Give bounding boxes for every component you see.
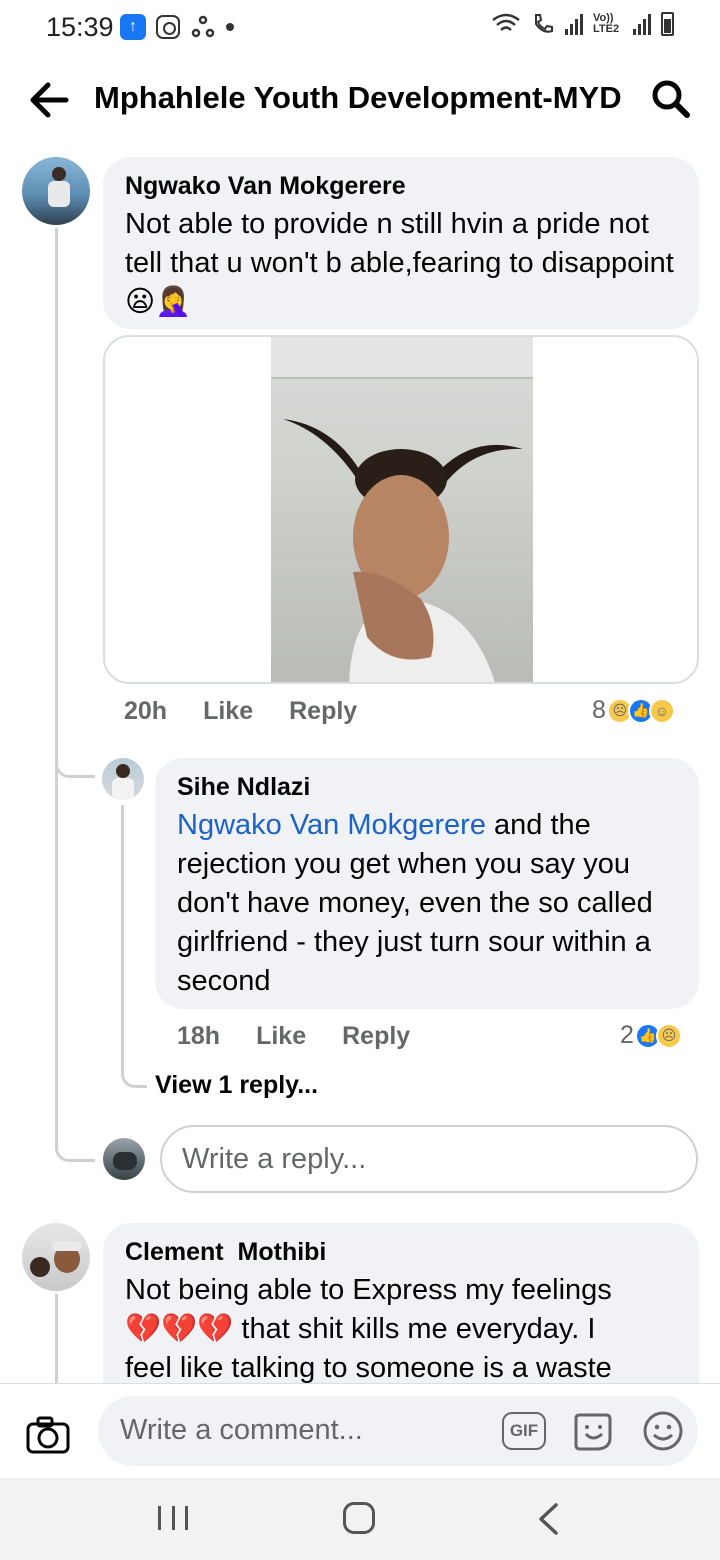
comment-author[interactable]: Sihe Ndlazi [177,772,677,802]
page-title: Mphahlele Youth Development-MYD [94,80,622,115]
back-arrow-icon[interactable] [28,80,70,120]
comment-timestamp: 20h [124,697,168,725]
sad-reaction-icon: ☹ [655,1022,682,1049]
thread-connector [55,740,95,778]
comment-text-body: that shit kills me everyday. I [241,1313,596,1345]
reply-thread-line [121,805,124,1067]
thread-connector [55,1120,95,1162]
instagram-icon [156,15,180,39]
home-button[interactable] [343,1502,375,1534]
recent-apps-button[interactable] [158,1506,188,1532]
signal-icon [565,13,583,35]
reaction-summary[interactable]: 8 ☹ 👍 ☺ [592,696,675,725]
reaction-count: 2 [620,1021,634,1049]
like-button[interactable]: Like [203,697,253,726]
reply-button[interactable]: Reply [342,1022,410,1051]
dot-icon [226,23,234,31]
avatar[interactable] [22,157,90,225]
reply-button[interactable]: Reply [289,697,357,726]
gif-button[interactable]: GIF [502,1412,546,1450]
search-icon[interactable] [650,78,692,120]
broken-heart-emoji: 💔 [161,1313,198,1345]
status-time: 15:39 [46,12,114,42]
wifi-calling-icon [535,14,553,33]
wifi-icon [492,13,520,31]
notification-icons: ↑ [120,14,234,40]
system-nav-bar [0,1478,720,1560]
comment-author[interactable]: Clement Mothibi [125,1237,677,1267]
reaction-count: 8 [592,696,606,724]
nav-back-icon[interactable] [536,1502,560,1536]
signal-icon [633,13,651,35]
emoji-icon[interactable] [642,1410,684,1452]
reply-bubble: Sihe Ndlazi Ngwako Van Mokgerere and the… [155,758,699,1009]
reply-actions: 18h Like Reply [177,1022,446,1051]
broken-heart-emoji: 💔 [125,1313,162,1345]
comment-text: Ngwako Van Mokgerere and the rejection y… [177,806,677,1001]
comment-text: Not being able to Express my feelings 💔💔… [125,1271,677,1388]
status-bar: 15:39 ↑ Vo)) LTE2 [0,0,720,56]
avatar[interactable] [22,1223,90,1291]
view-replies-link[interactable]: View 1 reply... [155,1071,318,1100]
broken-heart-emoji: 💔 [197,1313,234,1345]
camera-icon[interactable] [26,1416,70,1454]
comment-photo[interactable] [271,337,533,682]
reply-input[interactable]: Write a reply... [160,1125,698,1193]
haha-reaction-icon: ☺ [648,697,675,724]
reply-input-placeholder: Write a reply... [182,1143,367,1175]
thread-line [55,228,58,1148]
facebook-lite-icon: ↑ [120,14,146,40]
reply-thread-connector [121,1062,147,1088]
battery-icon [661,12,674,36]
comment-actions: 20h Like Reply [124,697,393,726]
facepalm-emoji: 🤦‍♀️ [155,286,192,318]
comment-composer: Write a comment... GIF [0,1383,720,1478]
system-status-icons: Vo)) LTE2 [491,12,674,36]
comment-bubble: Ngwako Van Mokgerere Not able to provide… [103,157,699,329]
avatar[interactable] [102,758,144,800]
current-user-avatar [103,1138,145,1180]
comment-text-line: 💔💔💔 that shit kills me everyday. I [125,1310,677,1349]
comment-photo-attachment[interactable] [103,335,699,684]
like-button[interactable]: Like [256,1022,306,1051]
reaction-summary[interactable]: 2 👍 ☹ [620,1021,682,1050]
thread-line [55,1294,58,1384]
volte-icon: Vo)) LTE2 [593,12,620,35]
comment-timestamp: 18h [177,1022,221,1050]
worried-emoji: 😦 [125,286,156,318]
comment-text: Not able to provide n still hvin a pride… [125,205,677,322]
app-header: Mphahlele Youth Development-MYD [0,62,720,138]
comment-text-body: Not able to provide n still hvin a pride… [125,208,674,279]
sticker-icon[interactable] [572,1412,614,1452]
comment-author[interactable]: Ngwako Van Mokgerere [125,171,677,201]
user-mention[interactable]: Ngwako Van Mokgerere [177,809,486,841]
recycle-icon [191,15,215,38]
comment-input[interactable]: Write a comment... GIF [98,1396,698,1466]
comment-input-placeholder: Write a comment... [120,1414,363,1446]
comment-text-line: Not being able to Express my feelings [125,1274,612,1306]
